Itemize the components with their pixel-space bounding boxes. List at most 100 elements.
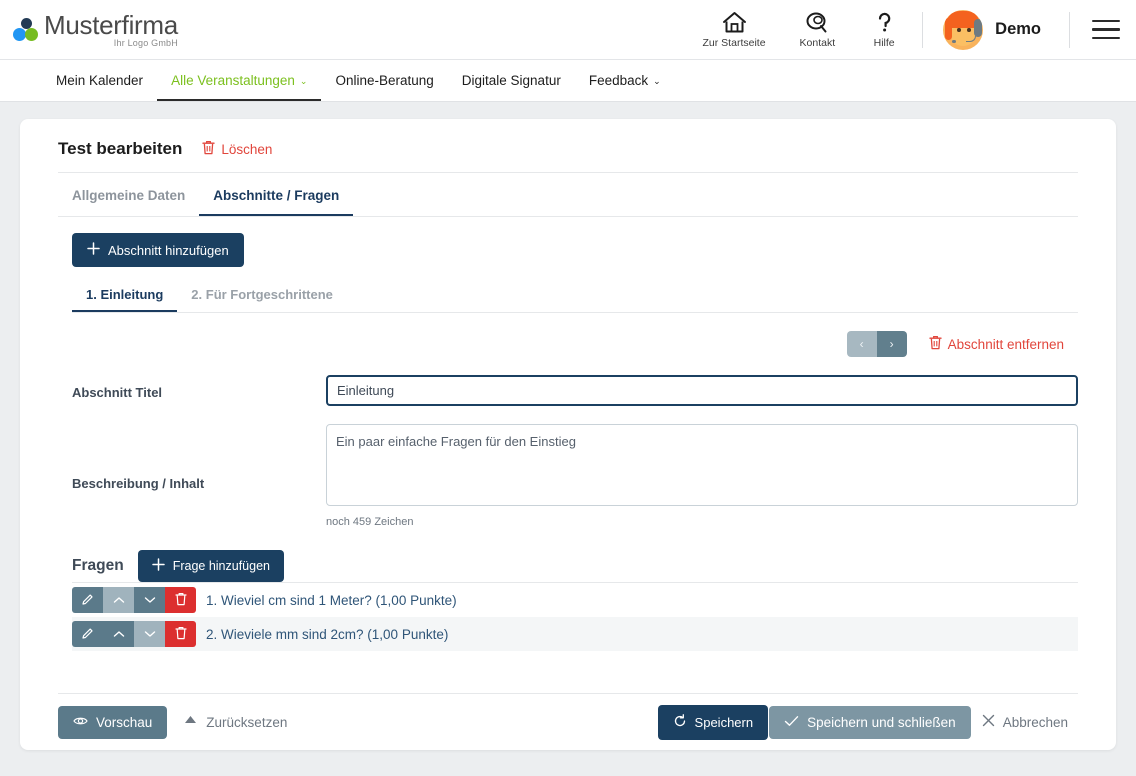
main-tabs: Allgemeine Daten Abschnitte / Fragen — [58, 173, 1078, 216]
nav-item-online-beratung[interactable]: Online-Beratung — [321, 60, 447, 101]
header-item-contact[interactable]: Kontakt — [783, 0, 853, 60]
logo-company-name: Musterfirma — [44, 12, 178, 38]
add-question-label: Frage hinzufügen — [173, 559, 270, 573]
avatar — [943, 10, 983, 50]
edit-question-button[interactable] — [72, 587, 103, 613]
edit-test-card: Test bearbeiten Löschen Allgemeine Daten — [20, 119, 1116, 750]
chevron-up-icon — [113, 594, 125, 606]
section-title-row: Abschnitt Titel — [58, 375, 1078, 406]
header-actions: Zur Startseite Kontakt Hilfe — [686, 0, 1136, 60]
chevron-right-icon: › — [890, 338, 894, 350]
tab-label: Allgemeine Daten — [72, 188, 185, 203]
nav-item-alle-veranstaltungen[interactable]: Alle Veranstaltungen ⌄ — [157, 60, 321, 101]
delete-question-button[interactable] — [165, 621, 196, 647]
check-icon — [784, 715, 799, 730]
user-menu[interactable]: Demo — [929, 0, 1063, 60]
app-header: Musterfirma Ihr Logo GmbH Zur Startseite — [0, 0, 1136, 60]
hamburger-menu-icon[interactable] — [1076, 0, 1136, 60]
questions-heading: Fragen — [72, 557, 124, 575]
company-logo[interactable]: Musterfirma Ihr Logo GmbH — [0, 12, 178, 48]
reset-label: Zurücksetzen — [206, 715, 287, 730]
preview-label: Vorschau — [96, 715, 152, 730]
nav-label: Alle Veranstaltungen — [171, 73, 295, 88]
cancel-button[interactable]: Abbrechen — [972, 705, 1078, 739]
section-toolbar: ‹ › Abschnitt entfernen — [58, 331, 1078, 357]
section-tabs-divider — [72, 312, 1078, 313]
section-description-label: Beschreibung / Inhalt — [72, 424, 326, 491]
section-move-next-button[interactable]: › — [877, 331, 907, 357]
remove-section-button[interactable]: Abschnitt entfernen — [929, 335, 1064, 353]
remove-section-label: Abschnitt entfernen — [948, 337, 1064, 352]
section-move-prev-button[interactable]: ‹ — [847, 331, 877, 357]
save-and-close-button[interactable]: Speichern und schließen — [769, 706, 971, 739]
question-text[interactable]: 2. Wieviele mm sind 2cm? (1,00 Punkte) — [206, 627, 448, 642]
reset-button[interactable]: Zurücksetzen — [173, 705, 297, 739]
delete-question-button[interactable] — [165, 587, 196, 613]
delete-test-button[interactable]: Löschen — [202, 140, 272, 158]
main-navigation: Mein Kalender Alle Veranstaltungen ⌄ Onl… — [0, 60, 1136, 102]
edit-question-button[interactable] — [72, 621, 103, 647]
chevron-down-icon — [144, 628, 156, 640]
nav-item-mein-kalender[interactable]: Mein Kalender — [42, 60, 157, 101]
move-question-down-button[interactable] — [134, 621, 165, 647]
delete-test-label: Löschen — [221, 142, 272, 157]
refresh-icon — [673, 714, 687, 731]
save-button[interactable]: Speichern — [658, 705, 769, 740]
save-and-close-label: Speichern und schließen — [807, 715, 956, 730]
table-row: 2. Wieviele mm sind 2cm? (1,00 Punkte) — [72, 617, 1078, 651]
section-description-row: Beschreibung / Inhalt Ein paar einfache … — [58, 424, 1078, 528]
header-item-home[interactable]: Zur Startseite — [686, 0, 783, 60]
header-divider — [922, 12, 923, 48]
chevron-down-icon — [144, 594, 156, 606]
trash-icon — [175, 592, 187, 608]
tab-abschnitte-fragen[interactable]: Abschnitte / Fragen — [199, 188, 353, 216]
question-actions — [72, 621, 196, 647]
header-item-home-label: Zur Startseite — [703, 37, 766, 49]
tab-label: Abschnitte / Fragen — [213, 188, 339, 203]
question-actions — [72, 587, 196, 613]
eye-icon — [73, 715, 88, 730]
chevron-left-icon: ‹ — [860, 338, 864, 350]
section-tab-2-fuer-fortgeschrittene[interactable]: 2. Für Fortgeschrittene — [177, 287, 347, 312]
save-label: Speichern — [695, 715, 754, 730]
trash-icon — [202, 140, 215, 158]
header-item-help-label: Hilfe — [874, 37, 895, 49]
section-title-input[interactable] — [326, 375, 1078, 406]
table-row: 1. Wieviel cm sind 1 Meter? (1,00 Punkte… — [72, 583, 1078, 617]
close-icon — [982, 714, 995, 730]
page-title: Test bearbeiten — [58, 139, 182, 159]
nav-label: Online-Beratung — [335, 73, 433, 88]
cancel-label: Abbrechen — [1003, 715, 1068, 730]
home-icon — [722, 11, 747, 34]
preview-button[interactable]: Vorschau — [58, 706, 167, 739]
section-title-label: Abschnitt Titel — [72, 375, 326, 400]
eraser-icon — [183, 714, 198, 730]
page-header-row: Test bearbeiten Löschen — [58, 139, 1078, 172]
nav-label: Feedback — [589, 73, 648, 88]
question-text[interactable]: 1. Wieviel cm sind 1 Meter? (1,00 Punkte… — [206, 593, 457, 608]
tab-allgemeine-daten[interactable]: Allgemeine Daten — [58, 188, 199, 216]
logo-dots-icon — [12, 17, 42, 43]
header-item-contact-label: Kontakt — [800, 37, 836, 49]
trash-icon — [175, 626, 187, 642]
section-reorder-arrows: ‹ › — [847, 331, 907, 357]
chat-icon — [805, 11, 830, 34]
section-description-textarea[interactable]: Ein paar einfache Fragen für den Einstie… — [326, 424, 1078, 506]
nav-label: Digitale Signatur — [462, 73, 561, 88]
section-tab-label: 1. Einleitung — [86, 287, 163, 302]
section-tab-1-einleitung[interactable]: 1. Einleitung — [72, 287, 177, 312]
add-question-button[interactable]: Frage hinzufügen — [138, 550, 284, 582]
section-tab-label: 2. Für Fortgeschrittene — [191, 287, 333, 302]
add-section-button[interactable]: Abschnitt hinzufügen — [72, 233, 244, 267]
pencil-icon — [81, 627, 94, 642]
question-mark-icon — [872, 11, 897, 34]
move-question-up-button[interactable] — [103, 587, 134, 613]
nav-item-feedback[interactable]: Feedback ⌄ — [575, 60, 675, 101]
chevron-down-icon: ⌄ — [300, 77, 308, 86]
card-footer: Vorschau Zurücksetzen Spei — [20, 694, 1116, 750]
move-question-up-button[interactable] — [103, 621, 134, 647]
nav-item-digitale-signatur[interactable]: Digitale Signatur — [448, 60, 575, 101]
header-item-help[interactable]: Hilfe — [852, 0, 916, 60]
user-name: Demo — [995, 20, 1041, 39]
move-question-down-button[interactable] — [134, 587, 165, 613]
